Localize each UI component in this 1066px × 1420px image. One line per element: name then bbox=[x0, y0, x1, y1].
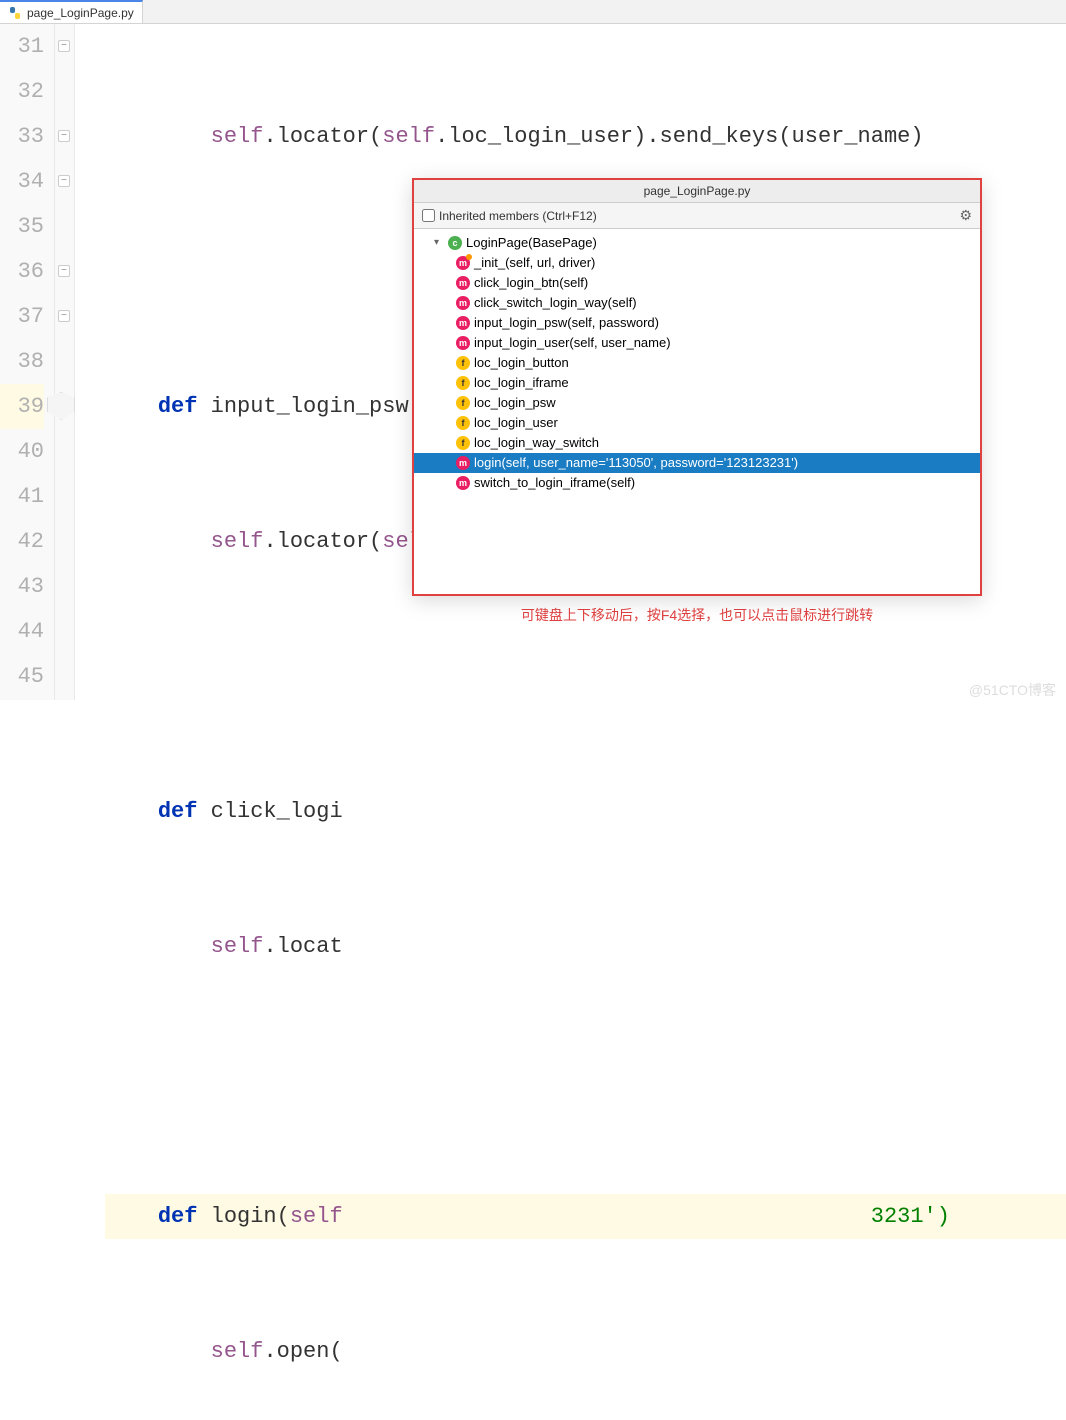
popup-title: page_LoginPage.py bbox=[414, 180, 980, 203]
watermark: @51CTO博客 bbox=[969, 680, 1056, 700]
tree-member-node[interactable]: f loc_login_way_switch bbox=[414, 433, 980, 453]
tree-node-label: loc_login_user bbox=[474, 413, 558, 433]
code-line-current: def login(self 3231') bbox=[105, 1194, 1066, 1239]
fold-marker-icon[interactable] bbox=[58, 310, 70, 322]
tree-member-node[interactable]: m click_login_btn(self) bbox=[414, 273, 980, 293]
code-line: def click_logi bbox=[105, 789, 1066, 834]
line-number: 44 bbox=[0, 609, 44, 654]
tree-member-node[interactable]: m input_login_psw(self, password) bbox=[414, 313, 980, 333]
tree-member-node[interactable]: m switch_to_login_iframe(self) bbox=[414, 473, 980, 493]
expand-arrow-icon[interactable]: ▾ bbox=[434, 233, 444, 253]
tree-node-label: loc_login_iframe bbox=[474, 373, 569, 393]
tree-member-node[interactable]: m input_login_user(self, user_name) bbox=[414, 333, 980, 353]
field-icon: f bbox=[456, 356, 470, 370]
line-number: 34 bbox=[0, 159, 44, 204]
line-number: 45 bbox=[0, 654, 44, 699]
field-icon: f bbox=[456, 416, 470, 430]
tree-member-node[interactable]: f loc_login_iframe bbox=[414, 373, 980, 393]
gear-icon[interactable]: ⚙ bbox=[959, 207, 972, 224]
inherited-members-checkbox[interactable] bbox=[422, 209, 435, 222]
tree-node-label: input_login_user(self, user_name) bbox=[474, 333, 671, 353]
python-file-icon bbox=[8, 6, 22, 20]
tab-bar: page_LoginPage.py bbox=[0, 0, 1066, 24]
code-line: self.locat bbox=[105, 924, 1066, 969]
tree-class-node[interactable]: ▾ c LoginPage(BasePage) bbox=[414, 233, 980, 253]
tree-node-label: loc_login_way_switch bbox=[474, 433, 599, 453]
line-number: 41 bbox=[0, 474, 44, 519]
line-number: 39 bbox=[0, 384, 44, 429]
method-icon: m bbox=[456, 256, 470, 270]
code-line: self.open( bbox=[105, 1329, 1066, 1374]
line-number: 33 bbox=[0, 114, 44, 159]
fold-marker-icon[interactable] bbox=[58, 40, 70, 52]
tree-node-label: click_switch_login_way(self) bbox=[474, 293, 637, 313]
line-number-gutter: 31 32 33 34 35 36 37 38 39 40 41 42 43 4… bbox=[0, 24, 55, 700]
tab-active[interactable]: page_LoginPage.py bbox=[0, 0, 143, 23]
line-number: 43 bbox=[0, 564, 44, 609]
line-number: 38 bbox=[0, 339, 44, 384]
line-number: 42 bbox=[0, 519, 44, 564]
line-number: 35 bbox=[0, 204, 44, 249]
method-icon: m bbox=[456, 476, 470, 490]
method-icon: m bbox=[456, 296, 470, 310]
fold-marker-icon[interactable] bbox=[58, 130, 70, 142]
tree-node-label: loc_login_psw bbox=[474, 393, 556, 413]
method-icon: m bbox=[456, 456, 470, 470]
tree-node-label: loc_login_button bbox=[474, 353, 569, 373]
tree-node-label: switch_to_login_iframe(self) bbox=[474, 473, 635, 493]
fold-marker-icon[interactable] bbox=[58, 265, 70, 277]
popup-toolbar: Inherited members (Ctrl+F12) ⚙ bbox=[414, 203, 980, 229]
field-icon: f bbox=[456, 396, 470, 410]
tree-member-node[interactable]: f loc_login_button bbox=[414, 353, 980, 373]
field-icon: f bbox=[456, 436, 470, 450]
code-line bbox=[105, 1059, 1066, 1104]
tree-node-label: login(self, user_name='113050', password… bbox=[474, 453, 798, 473]
line-number: 37 bbox=[0, 294, 44, 339]
tree-member-node[interactable]: f loc_login_user bbox=[414, 413, 980, 433]
inherited-members-checkbox-label[interactable]: Inherited members (Ctrl+F12) bbox=[422, 209, 597, 223]
tree-member-node[interactable]: m login(self, user_name='113050', passwor… bbox=[414, 453, 980, 473]
structure-tree: ▾ c LoginPage(BasePage) m _init_(self, ur… bbox=[414, 229, 980, 497]
method-icon: m bbox=[456, 336, 470, 350]
line-number: 40 bbox=[0, 429, 44, 474]
code-line: self.locator(self.loc_login_user).send_k… bbox=[105, 114, 1066, 159]
fold-gutter bbox=[55, 24, 75, 700]
line-number: 32 bbox=[0, 69, 44, 114]
tree-member-node[interactable]: m click_switch_login_way(self) bbox=[414, 293, 980, 313]
tree-node-label: input_login_psw(self, password) bbox=[474, 313, 659, 333]
code-line bbox=[105, 654, 1066, 699]
class-icon: c bbox=[448, 236, 462, 250]
line-number: 31 bbox=[0, 24, 44, 69]
fold-marker-icon[interactable] bbox=[58, 175, 70, 187]
method-icon: m bbox=[456, 316, 470, 330]
tree-node-label: _init_(self, url, driver) bbox=[474, 253, 595, 273]
tree-node-label: click_login_btn(self) bbox=[474, 273, 588, 293]
tree-member-node[interactable]: f loc_login_psw bbox=[414, 393, 980, 413]
method-icon: m bbox=[456, 276, 470, 290]
tab-filename: page_LoginPage.py bbox=[27, 6, 134, 20]
line-number: 36 bbox=[0, 249, 44, 294]
file-structure-popup[interactable]: page_LoginPage.py Inherited members (Ctr… bbox=[412, 178, 982, 596]
annotation-hint: 可键盘上下移动后，按F4选择，也可以点击鼠标进行跳转 bbox=[412, 605, 982, 625]
tree-member-node[interactable]: m _init_(self, url, driver) bbox=[414, 253, 980, 273]
field-icon: f bbox=[456, 376, 470, 390]
